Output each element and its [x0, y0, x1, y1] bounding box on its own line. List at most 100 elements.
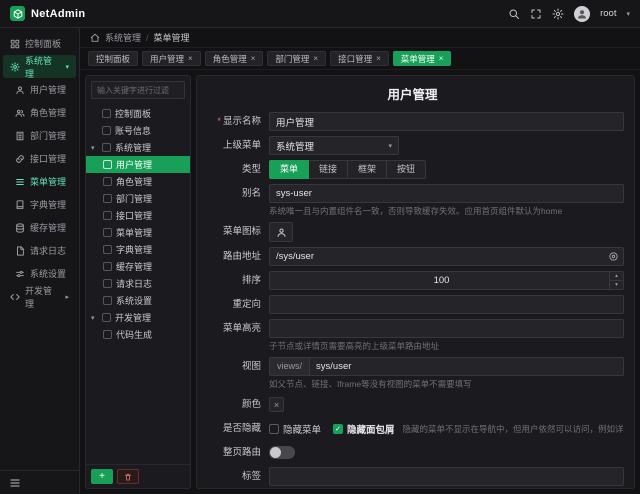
checkbox[interactable]: [102, 109, 111, 118]
close-icon[interactable]: ×: [188, 55, 193, 63]
username[interactable]: root: [600, 8, 616, 19]
sidebar-item-cache[interactable]: 缓存管理: [3, 216, 76, 239]
type-option-menu[interactable]: 菜单: [269, 160, 309, 179]
highlight-input[interactable]: [269, 319, 624, 338]
color-picker[interactable]: ×: [269, 397, 284, 412]
tree-node-request-logs[interactable]: 请求日志: [86, 275, 190, 292]
menu-icon-picker[interactable]: [269, 222, 293, 242]
sidebar-item-label: 系统管理: [25, 54, 60, 80]
sort-number-input[interactable]: [269, 271, 624, 290]
sidebar-item-departments[interactable]: 部门管理: [3, 124, 76, 147]
full-page-toggle[interactable]: [269, 446, 295, 459]
checkbox[interactable]: [103, 296, 112, 305]
type-option-button[interactable]: 按钮: [386, 160, 426, 179]
tree-node-dashboard[interactable]: 控制面板: [86, 105, 190, 122]
sidebar-item-label: 菜单管理: [30, 175, 66, 188]
caret-down-icon[interactable]: ▾: [91, 144, 98, 152]
tree-node-system[interactable]: ▾ 系统管理: [86, 139, 190, 156]
tree-filter-input[interactable]: [91, 81, 185, 99]
field-label: 菜单高亮: [201, 319, 269, 338]
add-menu-button[interactable]: +: [91, 469, 113, 484]
settings-gear-icon[interactable]: [552, 8, 564, 20]
checkbox[interactable]: [102, 143, 111, 152]
sidebar-item-system[interactable]: 系统管理 ▾: [3, 55, 76, 78]
delete-menu-button[interactable]: [117, 469, 139, 484]
field-label: 标签: [201, 467, 269, 486]
type-option-link[interactable]: 链接: [308, 160, 348, 179]
sidebar-item-menus[interactable]: 菜单管理: [3, 170, 76, 193]
sidebar-item-label: 字典管理: [30, 198, 66, 211]
close-icon[interactable]: ×: [439, 55, 444, 63]
hide-menu-checkbox[interactable]: [269, 424, 279, 434]
hide-breadcrumb-checkbox[interactable]: ✓: [333, 424, 343, 434]
view-input[interactable]: [309, 357, 624, 376]
alias-input[interactable]: [269, 184, 624, 203]
sidebar-item-settings[interactable]: 系统设置: [3, 262, 76, 285]
caret-down-icon[interactable]: ▾: [91, 314, 98, 322]
tag-input[interactable]: [269, 467, 624, 486]
sidebar-item-roles[interactable]: 角色管理: [3, 101, 76, 124]
close-icon[interactable]: ×: [251, 55, 256, 63]
sidebar-item-dictionaries[interactable]: 字典管理: [3, 193, 76, 216]
search-icon[interactable]: [508, 8, 520, 20]
chevron-down-icon[interactable]: ▾: [626, 10, 630, 18]
checkbox[interactable]: [103, 177, 112, 186]
form-row-color: 颜色 ×: [201, 395, 624, 414]
checkbox[interactable]: [102, 126, 111, 135]
stepper-down-icon[interactable]: ▾: [610, 281, 623, 289]
tree-node-dictionaries[interactable]: 字典管理: [86, 241, 190, 258]
fullscreen-icon[interactable]: [530, 8, 542, 20]
form-row-sort: 排序 ▴ ▾: [201, 271, 624, 290]
tab-apis[interactable]: 接口管理 ×: [330, 51, 389, 66]
checkbox[interactable]: [103, 228, 112, 237]
tab-dashboard[interactable]: 控制面板: [88, 51, 138, 66]
tree-node-settings[interactable]: 系统设置: [86, 292, 190, 309]
display-name-input[interactable]: [269, 112, 624, 131]
form-title: 用户管理: [201, 84, 624, 103]
tree-actions: +: [86, 464, 190, 488]
type-option-iframe[interactable]: 框架: [347, 160, 387, 179]
tree-node-development[interactable]: ▾ 开发管理: [86, 309, 190, 326]
tree-node-account[interactable]: 账号信息: [86, 122, 190, 139]
close-icon[interactable]: ×: [313, 55, 318, 63]
checkbox[interactable]: [103, 279, 112, 288]
avatar[interactable]: [574, 6, 590, 22]
checkbox[interactable]: [103, 262, 112, 271]
tab-menus-active[interactable]: 菜单管理 ×: [393, 51, 452, 66]
tree-node-roles[interactable]: 角色管理: [86, 173, 190, 190]
close-icon[interactable]: ×: [376, 55, 381, 63]
sidebar-item-dashboard[interactable]: 控制面板: [3, 32, 76, 55]
tabs-bar: 控制面板 用户管理 × 角色管理 × 部门管理 × 接口管理 × 菜单管理 ×: [80, 48, 640, 70]
checkbox[interactable]: [103, 330, 112, 339]
tree-node-codegen[interactable]: 代码生成: [86, 326, 190, 343]
tab-users[interactable]: 用户管理 ×: [142, 51, 201, 66]
redirect-input[interactable]: [269, 295, 624, 314]
tree-node-cache[interactable]: 缓存管理: [86, 258, 190, 275]
field-label: 视图: [201, 357, 269, 376]
check-icon: ✓: [335, 425, 341, 433]
form-row-route-path: 路由地址: [201, 247, 624, 266]
breadcrumb-item[interactable]: 系统管理: [105, 31, 141, 44]
sidebar-item-users[interactable]: 用户管理: [3, 78, 76, 101]
checkbox[interactable]: [102, 313, 111, 322]
route-picker-icon[interactable]: [608, 251, 619, 262]
checkbox[interactable]: [103, 160, 112, 169]
collapse-sidebar-icon[interactable]: [9, 477, 21, 489]
field-label: 颜色: [201, 395, 269, 414]
sidebar-item-request-logs[interactable]: 请求日志: [3, 239, 76, 262]
tree-node-users-selected[interactable]: 用户管理: [86, 156, 190, 173]
parent-menu-select[interactable]: 系统管理 ▾: [269, 136, 399, 155]
tree-node-apis[interactable]: 接口管理: [86, 207, 190, 224]
checkbox[interactable]: [103, 245, 112, 254]
route-path-input[interactable]: [269, 247, 624, 266]
checkbox[interactable]: [103, 211, 112, 220]
tree-node-departments[interactable]: 部门管理: [86, 190, 190, 207]
tab-roles[interactable]: 角色管理 ×: [205, 51, 264, 66]
tab-departments[interactable]: 部门管理 ×: [267, 51, 326, 66]
checkbox[interactable]: [103, 194, 112, 203]
sidebar-item-development[interactable]: 开发管理 ▸: [3, 285, 76, 308]
field-label: *显示名称: [201, 112, 269, 131]
stepper-up-icon[interactable]: ▴: [610, 272, 623, 281]
tree-node-menus[interactable]: 菜单管理: [86, 224, 190, 241]
sidebar-item-apis[interactable]: 接口管理: [3, 147, 76, 170]
